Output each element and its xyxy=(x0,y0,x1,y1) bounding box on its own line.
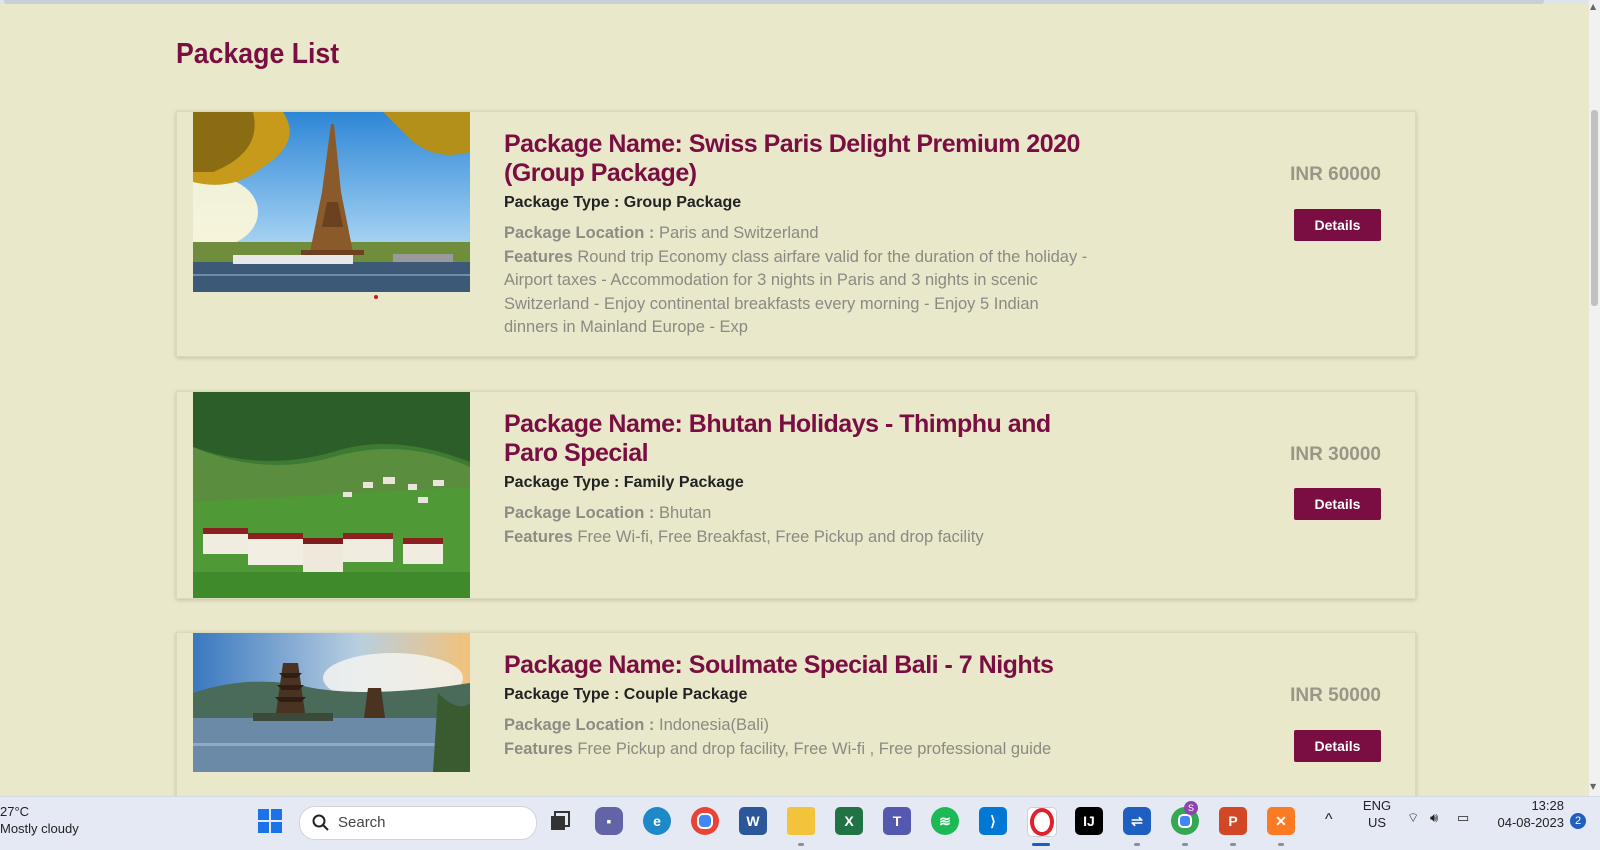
package-image[interactable] xyxy=(193,392,470,598)
location-value: Bhutan xyxy=(658,504,712,522)
vertical-scrollbar[interactable]: ▲ ▼ xyxy=(1589,0,1600,796)
location-label: Package Location : xyxy=(504,716,655,734)
features-label: Features xyxy=(504,739,573,758)
bhutan-valley-photo xyxy=(193,392,470,598)
package-type: Package Type : Couple Package xyxy=(504,686,748,703)
notification-badge[interactable]: 2 xyxy=(1570,813,1586,829)
package-name: Package Name: Soulmate Special Bali - 7 … xyxy=(504,651,1054,679)
top-scroll-edge xyxy=(0,0,1589,4)
package-image[interactable] xyxy=(193,633,470,772)
package-location: Package Location : Bhutan xyxy=(504,502,1094,526)
package-info: Package Name: Soulmate Special Bali - 7 … xyxy=(504,651,1094,761)
weather-temp: 27°C xyxy=(0,804,30,819)
package-info: Package Name: Bhutan Holidays - Thimphu … xyxy=(504,410,1094,549)
weather-widget[interactable]: 27°C Mostly cloudy xyxy=(0,803,79,837)
carousel-indicator xyxy=(374,295,378,299)
package-price: INR 30000 xyxy=(1290,444,1381,465)
eiffel-tower-photo xyxy=(193,112,470,292)
lang-top: ENG xyxy=(1362,798,1392,813)
edge-icon[interactable]: e xyxy=(643,807,671,835)
location-value: Indonesia(Bali) xyxy=(658,716,770,734)
word-icon[interactable]: W xyxy=(739,807,767,835)
scroll-up-icon[interactable]: ▲ xyxy=(1590,2,1596,11)
location-label: Package Location : xyxy=(504,504,655,522)
package-features: Features Round trip Economy class airfar… xyxy=(504,246,1094,340)
running-indicator xyxy=(1278,843,1284,846)
details-button[interactable]: Details xyxy=(1294,488,1381,520)
scrollbar-thumb[interactable] xyxy=(1591,110,1598,306)
package-image[interactable] xyxy=(193,112,470,292)
package-type: Package Type : Family Package xyxy=(504,474,744,491)
chrome-profile-badge: S xyxy=(1184,801,1198,815)
bali-temple-photo xyxy=(193,633,470,772)
features-value: Round trip Economy class airfare valid f… xyxy=(504,247,1088,337)
language-indicator[interactable]: ENG US xyxy=(1360,797,1394,831)
package-info: Package Name: Swiss Paris Delight Premiu… xyxy=(504,130,1094,340)
running-indicator xyxy=(1134,843,1140,846)
remote-desktop-icon[interactable]: ⇌ xyxy=(1123,807,1151,835)
package-name: Package Name: Bhutan Holidays - Thimphu … xyxy=(504,410,1051,467)
features-value: Free Pickup and drop facility, Free Wi-f… xyxy=(577,739,1052,758)
clock-date: 04-08-2023 xyxy=(1497,815,1565,830)
scroll-down-icon[interactable]: ▼ xyxy=(1590,782,1596,791)
features-label: Features xyxy=(504,527,573,546)
package-location: Package Location : Indonesia(Bali) xyxy=(504,714,1094,738)
clock-time: 13:28 xyxy=(1531,798,1564,813)
opera-active-indicator xyxy=(1032,843,1050,846)
package-card: Package Name: Soulmate Special Bali - 7 … xyxy=(176,632,1416,796)
volume-icon[interactable]: 🔊︎ xyxy=(1430,809,1438,826)
running-indicator xyxy=(1182,843,1188,846)
clock[interactable]: 13:28 04-08-2023 xyxy=(1492,797,1565,831)
teams-chat-icon[interactable]: ▪ xyxy=(595,807,623,835)
page-title: Package List xyxy=(176,38,340,70)
package-type: Package Type : Group Package xyxy=(504,194,742,211)
package-card: Package Name: Bhutan Holidays - Thimphu … xyxy=(176,391,1416,599)
package-name: Package Name: Swiss Paris Delight Premiu… xyxy=(504,130,1080,187)
battery-icon[interactable]: ▭ xyxy=(1457,809,1469,826)
vscode-icon[interactable]: ⟩ xyxy=(979,807,1007,835)
opera-icon[interactable] xyxy=(1027,807,1057,837)
teams-icon[interactable]: T xyxy=(883,807,911,835)
package-features: Features Free Pickup and drop facility, … xyxy=(504,738,1094,762)
features-value: Free Wi-fi, Free Breakfast, Free Pickup … xyxy=(577,527,984,546)
weather-desc: Mostly cloudy xyxy=(0,821,79,836)
excel-icon[interactable]: X xyxy=(835,807,863,835)
search-icon xyxy=(312,814,329,831)
location-value: Paris and Switzerland xyxy=(658,224,819,242)
package-features: Features Free Wi-fi, Free Breakfast, Fre… xyxy=(504,526,1094,550)
file-explorer-icon[interactable] xyxy=(787,807,815,835)
features-label: Features xyxy=(504,247,573,266)
details-button[interactable]: Details xyxy=(1294,730,1381,762)
task-view-icon[interactable] xyxy=(546,807,574,835)
location-label: Package Location : xyxy=(504,224,655,242)
taskbar-search[interactable]: Search xyxy=(299,806,537,840)
intellij-icon[interactable]: IJ xyxy=(1075,807,1103,835)
package-card: Package Name: Swiss Paris Delight Premiu… xyxy=(176,111,1416,357)
package-price: INR 60000 xyxy=(1290,164,1381,185)
details-button[interactable]: Details xyxy=(1294,209,1381,241)
wifi-icon[interactable]: ⌔ xyxy=(1407,809,1419,826)
windows-start-icon[interactable] xyxy=(256,807,284,835)
lang-bottom: US xyxy=(1367,815,1387,830)
spotify-icon[interactable]: ≋ xyxy=(931,807,959,835)
powerpoint-icon[interactable]: P xyxy=(1219,807,1247,835)
running-indicator xyxy=(798,843,804,846)
xampp-icon[interactable]: ✕ xyxy=(1267,807,1295,835)
windows-taskbar: 27°C Mostly cloudy Search ▪ e W X T ≋ ⟩ … xyxy=(0,796,1600,850)
show-hidden-icons[interactable]: ^ xyxy=(1325,811,1333,828)
chrome-icon[interactable] xyxy=(691,807,719,835)
package-price: INR 50000 xyxy=(1290,685,1381,706)
running-indicator xyxy=(1230,843,1236,846)
browser-viewport: Package List Package Name: Swiss Paris D… xyxy=(0,0,1589,796)
package-location: Package Location : Paris and Switzerland xyxy=(504,222,1094,246)
search-placeholder: Search xyxy=(338,814,386,831)
